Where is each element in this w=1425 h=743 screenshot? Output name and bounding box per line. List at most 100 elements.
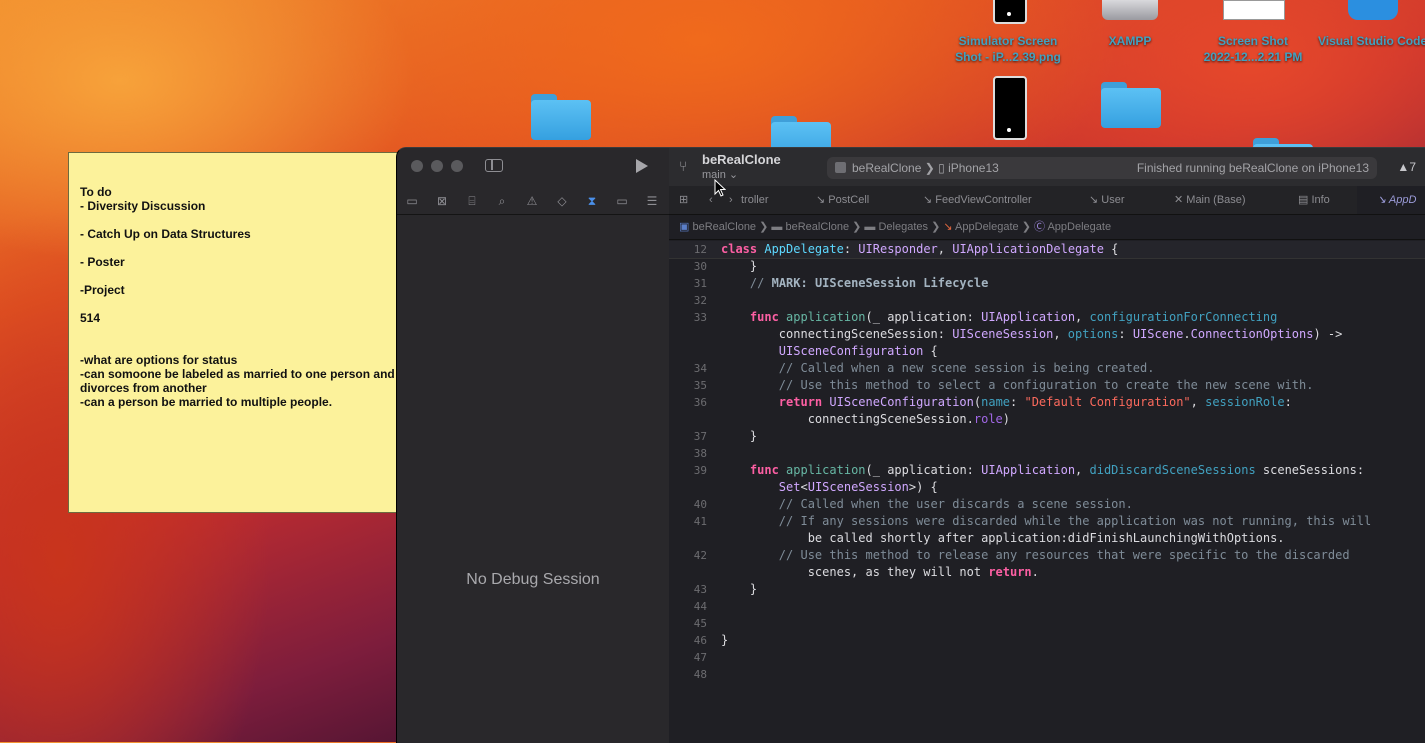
project-name[interactable]: beRealClone [702, 152, 781, 167]
code-line[interactable]: 31 // MARK: UISceneSession Lifecycle [669, 275, 1425, 292]
line-number: 47 [693, 651, 707, 664]
code-line[interactable]: be called shortly after application:didF… [669, 530, 1425, 547]
scheme-device: iPhone13 [948, 161, 999, 175]
warning-icon: ▲ [1397, 160, 1410, 174]
swift-icon: ↘ [1089, 194, 1102, 206]
close-window-button[interactable] [411, 160, 423, 172]
debug-icon[interactable]: ⧗ [584, 193, 600, 209]
code-editor[interactable]: 12 class AppDelegate: UIResponder, UIAppl… [669, 241, 1425, 743]
symbol-icon[interactable]: ⌸ [464, 193, 480, 209]
desktop-icon-vscode[interactable]: Visual Studio Code [1312, 0, 1425, 50]
grid-icon[interactable]: ⊞ [679, 186, 688, 214]
tab-appdelegate[interactable]: ↘ AppD [1357, 186, 1425, 214]
folder-icon[interactable] [1101, 82, 1161, 128]
desktop-icon-simulator-screenshot[interactable]: Simulator Screen Shot - iP...2.39.png [943, 0, 1073, 70]
back-icon[interactable]: ‹ [709, 186, 713, 214]
code-line[interactable]: 43 } [669, 581, 1425, 598]
breadcrumb-item[interactable]: AppDelegate [955, 221, 1019, 233]
code-line[interactable]: 33 func application(_ application: UIApp… [669, 309, 1425, 326]
report-icon[interactable]: ☰ [644, 193, 660, 209]
tab-controller[interactable]: troller [741, 186, 769, 214]
chevron-right-icon: ❯ [931, 221, 944, 233]
chevron-right-icon: ❯ [1021, 221, 1034, 233]
code-text: connectingSceneSession.role) [721, 412, 1011, 426]
sticky-note[interactable]: To do - Diversity Discussion - Catch Up … [68, 152, 398, 513]
code-line[interactable]: 34 // Called when a new scene session is… [669, 360, 1425, 377]
vscode-icon [1348, 0, 1398, 20]
icon-label-line2: 2022-12...2.21 PM [1203, 50, 1303, 64]
code-line[interactable]: 35 // Use this method to select a config… [669, 377, 1425, 394]
code-text: scenes, as they will not return. [721, 565, 1039, 579]
code-text: // Use this method to select a configura… [778, 378, 1314, 392]
line-number: 48 [693, 668, 707, 681]
code-line[interactable]: 46} [669, 632, 1425, 649]
breadcrumb-item[interactable]: beRealClone [785, 221, 849, 233]
navigator-toolbar: ▭ ⊠ ⌸ ⌕ ⚠ ◇ ⧗ ▭ ☰ [397, 188, 669, 215]
code-line[interactable]: 30 } [669, 258, 1425, 275]
breadcrumb-item[interactable]: Delegates [878, 221, 928, 233]
sticky-line: 514 [80, 311, 101, 325]
breadcrumb-item[interactable]: AppDelegate [1047, 221, 1111, 233]
desktop-icon-screenshot[interactable]: Screen Shot 2022-12...2.21 PM [1188, 0, 1318, 70]
folder-icon[interactable]: ▭ [404, 193, 420, 209]
forward-icon[interactable]: › [729, 186, 733, 214]
code-line[interactable]: 47 [669, 649, 1425, 666]
run-button[interactable] [636, 159, 648, 173]
sticky-line: divorces from another [80, 381, 207, 395]
sticky-line [80, 241, 397, 255]
code-line[interactable]: scenes, as they will not return. [669, 564, 1425, 581]
code-line[interactable]: 37 } [669, 428, 1425, 445]
tab-user[interactable]: ↘ User [1089, 186, 1125, 214]
sticky-line: - Poster [80, 255, 125, 269]
code-line[interactable]: 45 [669, 615, 1425, 632]
folder-icon[interactable] [531, 94, 591, 140]
code-line[interactable]: 36 return UISceneConfiguration(name: "De… [669, 394, 1425, 411]
code-line[interactable]: 40 // Called when the user discards a sc… [669, 496, 1425, 513]
code-line[interactable]: 42 // Use this method to release any res… [669, 547, 1425, 564]
breadcrumb-item[interactable]: beRealClone [692, 221, 756, 233]
minimize-window-button[interactable] [431, 160, 443, 172]
line-number: 32 [693, 294, 707, 307]
search-icon[interactable]: ⌕ [494, 193, 510, 209]
sticky-line [80, 325, 397, 339]
zoom-window-button[interactable] [451, 160, 463, 172]
icon-label-line2: Shot - iP...2.39.png [955, 50, 1061, 64]
tab-main[interactable]: ✕ Main (Base) [1174, 186, 1246, 214]
code-text: func application(_ application: UIApplic… [749, 463, 1365, 477]
tab-postcell[interactable]: ↘ PostCell [816, 186, 869, 214]
navigator-pane: ▭ ⊠ ⌸ ⌕ ⚠ ◇ ⧗ ▭ ☰ No Debug Session [397, 148, 670, 743]
sticky-line: -Project [80, 283, 125, 297]
code-line[interactable]: Set<UISceneSession>) { [669, 479, 1425, 496]
tab-feedviewcontroller[interactable]: ↘ FeedViewController [923, 186, 1032, 214]
code-line[interactable]: connectingSceneSession: UISceneSession, … [669, 326, 1425, 343]
warning-icon[interactable]: ⚠ [524, 193, 540, 209]
code-line[interactable]: UISceneConfiguration { [669, 343, 1425, 360]
line-number: 34 [693, 362, 707, 375]
desktop-icon-xampp[interactable]: XAMPP [1065, 0, 1195, 50]
code-line[interactable]: 39 func application(_ application: UIApp… [669, 462, 1425, 479]
code-line[interactable]: connectingSceneSession.role) [669, 411, 1425, 428]
phone-screenshot-icon[interactable] [993, 76, 1027, 140]
code-line[interactable]: 41 // If any sessions were discarded whi… [669, 513, 1425, 530]
no-debug-session-label: No Debug Session [466, 571, 600, 588]
code-line[interactable]: 38 [669, 445, 1425, 462]
source-control-icon[interactable]: ⊠ [434, 193, 450, 209]
code-line[interactable]: 32 [669, 292, 1425, 309]
sticky-line [80, 297, 397, 311]
tab-info[interactable]: ▤ Info [1298, 186, 1330, 214]
swift-icon: ↘ [923, 194, 936, 206]
sidebar-toggle-icon[interactable] [485, 159, 503, 172]
sticky-line [80, 339, 397, 353]
warnings-badge[interactable]: ▲7 [1397, 160, 1416, 174]
chevron-down-icon: ⌄ [728, 169, 739, 181]
code-line[interactable]: 48 [669, 666, 1425, 683]
plist-icon: ▤ [1298, 194, 1312, 206]
breadcrumb: ▣ beRealClone ❯ ▬ beRealClone ❯ ▬ Delega… [669, 215, 1425, 240]
sticky-class-header[interactable]: 12 class AppDelegate: UIResponder, UIAppl… [669, 241, 1425, 259]
build-status: Finished running beRealClone on iPhone13 [1136, 161, 1369, 175]
test-icon[interactable]: ◇ [554, 193, 570, 209]
icon-label-line1: Screen Shot [1217, 34, 1289, 48]
scheme-status-bar[interactable]: beRealClone ❯ ▯ iPhone13 Finished runnin… [827, 157, 1377, 179]
breakpoint-icon[interactable]: ▭ [614, 193, 630, 209]
code-line[interactable]: 44 [669, 598, 1425, 615]
